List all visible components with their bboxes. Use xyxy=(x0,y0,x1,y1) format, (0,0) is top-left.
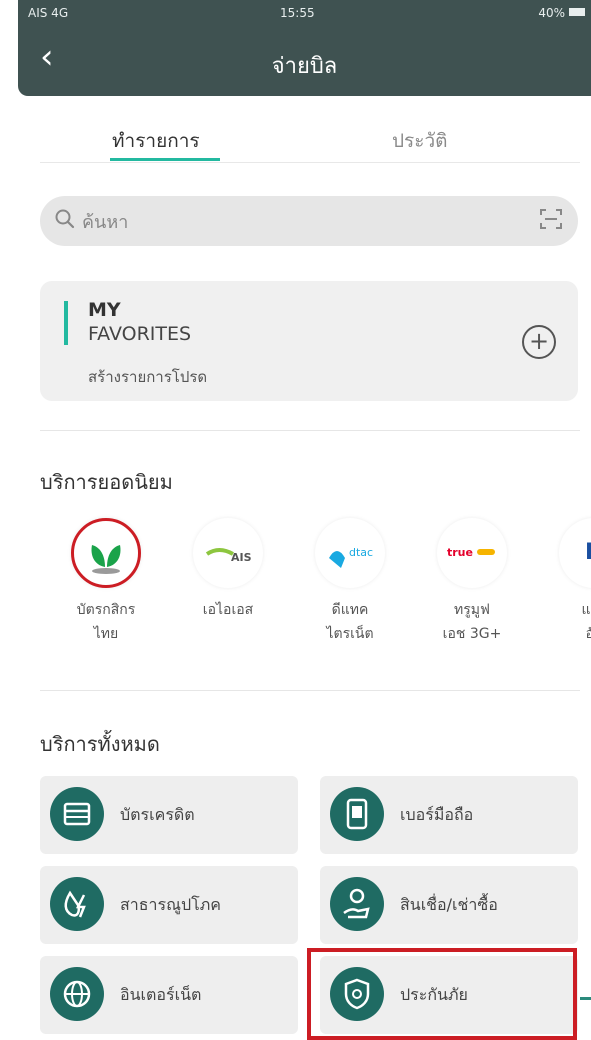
favorites-title: MY xyxy=(88,299,121,321)
kasikorn-logo-icon xyxy=(71,518,141,588)
divider xyxy=(40,430,580,431)
service-label: สินเชื่อ/เช่าซื้อ xyxy=(400,895,498,914)
header-bar: ‹ จ่ายบิล xyxy=(18,26,591,96)
search-icon xyxy=(54,208,76,236)
service-loan[interactable]: สินเชื่อ/เช่าซื้อ xyxy=(320,866,578,944)
popular-item-label: บัตรกสิกร xyxy=(76,602,136,618)
service-label: อินเตอร์เน็ต xyxy=(120,985,202,1004)
clock: 15:55 xyxy=(280,6,315,20)
service-label: สาธารณูปโภค xyxy=(120,895,221,914)
mobile-phone-icon xyxy=(330,787,384,841)
utilities-icon xyxy=(50,877,104,931)
page-title: จ่ายบิล xyxy=(271,54,338,79)
service-label: เบอร์มือถือ xyxy=(400,805,474,824)
service-label: บัตรเครดิต xyxy=(120,805,195,824)
service-utilities[interactable]: สาธารณูปโภค xyxy=(40,866,298,944)
globe-icon xyxy=(50,967,104,1021)
airpay-logo-text: P xyxy=(585,540,591,565)
plus-circle-icon[interactable]: + xyxy=(522,325,556,359)
popular-item-ais[interactable]: AIS เอไอเอส xyxy=(178,518,278,622)
my-favorites-card[interactable]: MY FAVORITES สร้างรายการโปรด + xyxy=(40,281,578,401)
ais-logo-icon: AIS xyxy=(193,518,263,588)
popular-item-dtac[interactable]: dtac ดีแทค ไตรเน็ต xyxy=(300,518,400,646)
credit-card-icon xyxy=(50,787,104,841)
true-logo-text: true xyxy=(447,546,473,559)
popular-item-label-line2: ไตรเน็ต xyxy=(326,626,374,642)
carrier-label: AIS 4G xyxy=(28,6,69,20)
loan-icon xyxy=(330,877,384,931)
search-input[interactable] xyxy=(80,204,524,240)
status-bar: AIS 4G 15:55 40% xyxy=(18,0,591,26)
truemove-logo-icon: true xyxy=(437,518,507,588)
popular-item-truemove[interactable]: true ทรูมูฟ เอช 3G+ xyxy=(422,518,522,646)
service-mobile[interactable]: เบอร์มือถือ xyxy=(320,776,578,854)
popular-item-airpay[interactable]: P แอร์ อัล xyxy=(544,518,591,646)
scan-icon[interactable] xyxy=(540,209,562,234)
popular-item-kasikorn[interactable]: บัตรกสิกร ไทย xyxy=(56,518,156,646)
dtac-logo-icon: dtac xyxy=(315,518,385,588)
battery-icon xyxy=(569,8,585,16)
popular-item-label-line2: เอช 3G+ xyxy=(442,626,502,642)
divider xyxy=(40,690,580,691)
airpay-logo-icon: P xyxy=(559,518,591,588)
dtac-logo-text: dtac xyxy=(349,546,374,559)
ais-logo-text: AIS xyxy=(231,551,252,564)
edge-marker xyxy=(580,997,591,1000)
battery-level: 40% xyxy=(538,6,565,20)
popular-item-label: ดีแทค xyxy=(331,602,369,618)
highlight-box xyxy=(307,948,577,1040)
tab-history[interactable]: ประวัติ xyxy=(392,126,447,156)
search-bar xyxy=(40,196,578,246)
popular-item-label: แอร์ xyxy=(581,602,591,618)
favorites-accent-bar xyxy=(64,301,68,345)
true-logo-bar xyxy=(477,549,495,555)
popular-item-label-line2: ไทย xyxy=(93,626,119,642)
favorites-title-line2: FAVORITES xyxy=(88,323,192,345)
popular-section-title: บริการยอดนิยม xyxy=(40,470,173,494)
popular-item-label: ทรูมูฟ xyxy=(454,602,490,618)
popular-item-label: เอไอเอส xyxy=(202,602,254,618)
popular-item-label-line2: อัล xyxy=(585,626,591,642)
service-credit-card[interactable]: บัตรเครดิต xyxy=(40,776,298,854)
popular-services-row: บัตรกสิกร ไทย AIS เอไอเอส dtac ดีแทค ไตร… xyxy=(0,508,591,668)
tab-transaction[interactable]: ทำรายการ xyxy=(112,126,200,156)
active-tab-indicator xyxy=(110,158,220,161)
favorites-subtitle: สร้างรายการโปรด xyxy=(88,368,208,386)
service-internet[interactable]: อินเตอร์เน็ต xyxy=(40,956,298,1034)
tab-bar: ทำรายการ ประวัติ xyxy=(40,118,580,163)
all-services-title: บริการทั้งหมด xyxy=(40,732,160,756)
